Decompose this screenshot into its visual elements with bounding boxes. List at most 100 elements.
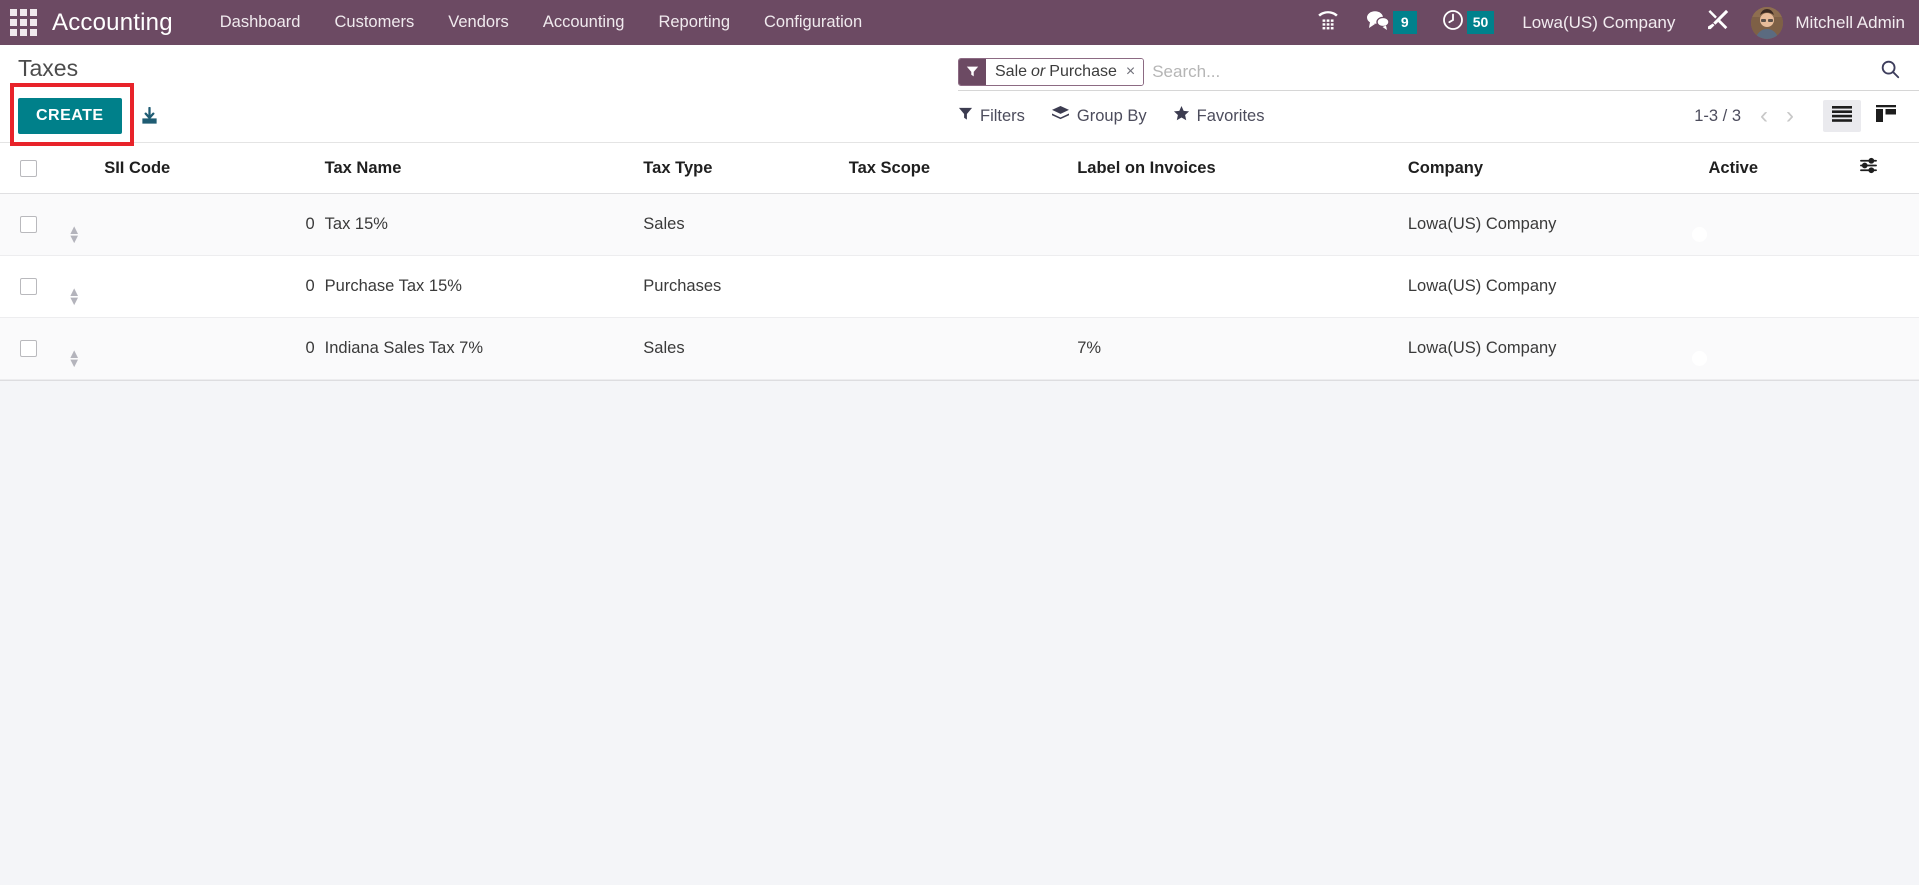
favorites-dropdown[interactable]: Favorites	[1173, 105, 1264, 127]
list-view-button[interactable]	[1823, 100, 1861, 132]
row-checkbox[interactable]	[20, 278, 37, 295]
row-select-cell	[0, 255, 53, 318]
cell-tax-name: Tax 15%	[324, 193, 644, 256]
column-header-sii-code[interactable]: SII Code	[104, 143, 325, 194]
menu-item-dashboard[interactable]: Dashboard	[203, 1, 318, 44]
kanban-view-button[interactable]	[1867, 100, 1905, 132]
star-icon	[1173, 105, 1190, 127]
cell-tax-type: Sales	[643, 317, 849, 380]
column-options-icon[interactable]	[1859, 157, 1886, 178]
menu-item-configuration[interactable]: Configuration	[747, 1, 879, 44]
page-title: Taxes	[18, 55, 79, 81]
control-panel: Taxes Sale or Purchase × Search... CREAT…	[0, 45, 1919, 146]
search-dropdown-toggles: Filters Group By Favorites	[958, 105, 1264, 127]
activities-count-badge: 50	[1466, 11, 1495, 34]
column-header-active[interactable]: Active	[1708, 143, 1859, 194]
pager-next-button[interactable]: ›	[1779, 104, 1801, 128]
user-menu[interactable]: Mitchell Admin	[1783, 13, 1905, 33]
column-header-tax-name[interactable]: Tax Name	[324, 143, 644, 194]
table-row[interactable]: ▲ ▼ 0 Tax 15% Sales Lowa(US) Company	[0, 193, 1919, 256]
taxes-table: SII Code Tax Name Tax Type Tax Scope Lab…	[0, 143, 1919, 380]
group-by-dropdown[interactable]: Group By	[1051, 105, 1147, 127]
row-checkbox[interactable]	[20, 216, 37, 233]
row-checkbox[interactable]	[20, 340, 37, 357]
control-panel-bottom-row: CREATE Filters Group By Favorites 1-3 / …	[0, 83, 1919, 146]
import-download-icon[interactable]	[140, 106, 159, 126]
row-handle-cell: ▲ ▼	[52, 255, 105, 318]
tools-icon	[1705, 7, 1731, 38]
menu-item-vendors[interactable]: Vendors	[431, 1, 526, 44]
filters-label: Filters	[980, 106, 1025, 125]
clock-icon	[1441, 8, 1465, 37]
table-row[interactable]: ▲ ▼ 0 Purchase Tax 15% Purchases Lowa(US)…	[0, 255, 1919, 318]
cell-active	[1708, 317, 1859, 380]
drag-handle-icon[interactable]: ▲ ▼	[52, 285, 96, 307]
view-switcher	[1823, 100, 1905, 132]
drag-handle-icon[interactable]: ▲ ▼	[52, 223, 96, 245]
table-row[interactable]: ▲ ▼ 0 Indiana Sales Tax 7% Sales 7% Lowa(…	[0, 317, 1919, 380]
select-all-header	[0, 143, 53, 194]
filters-dropdown[interactable]: Filters	[958, 106, 1025, 126]
cell-spacer	[1858, 317, 1919, 380]
pager-and-views: 1-3 / 3 ‹ ›	[1694, 100, 1919, 132]
group-by-label: Group By	[1076, 106, 1147, 125]
cell-sii-code: 0	[104, 193, 325, 256]
search-icon[interactable]	[1869, 58, 1919, 86]
drag-handle-icon[interactable]: ▲ ▼	[52, 347, 96, 369]
facet-text-pre: Sale	[995, 62, 1028, 80]
search-facet-label: Sale or Purchase	[986, 58, 1124, 85]
facet-text-post: Purchase	[1049, 62, 1117, 80]
handle-header	[52, 143, 105, 194]
cell-company: Lowa(US) Company	[1407, 255, 1709, 318]
create-button-area: CREATE	[0, 83, 159, 146]
row-select-cell	[0, 317, 53, 380]
filter-funnel-icon	[958, 106, 973, 126]
column-header-tax-scope[interactable]: Tax Scope	[848, 143, 1078, 194]
app-brand-name[interactable]: Accounting	[46, 9, 177, 37]
cell-spacer	[1858, 255, 1919, 318]
chat-bubble-icon	[1365, 8, 1391, 37]
row-select-cell	[0, 193, 53, 256]
column-header-label-on-invoices[interactable]: Label on Invoices	[1077, 143, 1408, 194]
select-all-checkbox[interactable]	[20, 159, 37, 177]
pager-previous-button[interactable]: ‹	[1753, 104, 1775, 128]
company-switcher[interactable]: Lowa(US) Company	[1506, 13, 1691, 33]
main-menu: Dashboard Customers Vendors Accounting R…	[203, 1, 879, 44]
top-navbar: Accounting Dashboard Customers Vendors A…	[0, 0, 1919, 45]
column-header-company[interactable]: Company	[1407, 143, 1709, 194]
search-input[interactable]	[1152, 59, 1869, 84]
messages-count-badge: 9	[1392, 11, 1417, 34]
list-icon	[1832, 105, 1852, 127]
voip-phone-button[interactable]	[1303, 0, 1353, 45]
table-header: SII Code Tax Name Tax Type Tax Scope Lab…	[0, 143, 1919, 194]
row-handle-cell: ▲ ▼	[52, 193, 105, 256]
cell-tax-type: Sales	[643, 193, 849, 256]
activities-button[interactable]: 50	[1429, 0, 1507, 45]
cell-label-on-invoices	[1077, 193, 1408, 256]
control-panel-top-row: Taxes Sale or Purchase ×	[0, 45, 1919, 91]
cell-company: Lowa(US) Company	[1407, 193, 1709, 256]
phone-dialpad-icon	[1315, 7, 1341, 38]
column-header-tax-type[interactable]: Tax Type	[643, 143, 849, 194]
debug-tools-button[interactable]	[1691, 7, 1745, 38]
list-view: SII Code Tax Name Tax Type Tax Scope Lab…	[0, 143, 1919, 381]
cell-tax-scope	[848, 317, 1078, 380]
create-button[interactable]: CREATE	[18, 98, 122, 134]
kanban-icon	[1876, 105, 1896, 127]
cell-tax-scope	[848, 255, 1078, 318]
close-icon[interactable]: ×	[1123, 58, 1144, 85]
pager-value: 1-3 / 3	[1694, 106, 1741, 125]
avatar[interactable]	[1751, 6, 1784, 39]
menu-item-customers[interactable]: Customers	[317, 1, 431, 44]
row-handle-cell: ▲ ▼	[52, 317, 105, 380]
cell-tax-scope	[848, 193, 1078, 256]
cell-active	[1708, 255, 1859, 318]
menu-item-accounting[interactable]: Accounting	[526, 1, 642, 44]
search-facet-sale-or-purchase[interactable]: Sale or Purchase ×	[958, 57, 1145, 86]
cell-sii-code: 0	[104, 255, 325, 318]
messages-button[interactable]: 9	[1353, 0, 1429, 45]
menu-item-reporting[interactable]: Reporting	[641, 1, 747, 44]
cell-tax-name: Indiana Sales Tax 7%	[324, 317, 644, 380]
cell-spacer	[1858, 193, 1919, 256]
apps-menu-button[interactable]	[0, 0, 46, 45]
